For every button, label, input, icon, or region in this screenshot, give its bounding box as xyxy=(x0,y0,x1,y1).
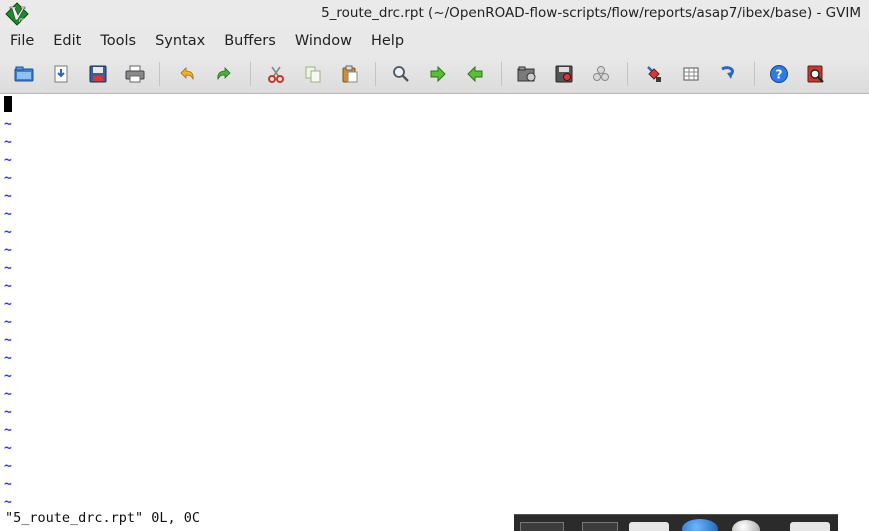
empty-line-marker: ~ xyxy=(4,117,12,132)
empty-line-marker: ~ xyxy=(4,243,12,258)
menu-file[interactable]: File xyxy=(0,28,43,54)
copy-icon[interactable] xyxy=(302,63,324,85)
empty-line-marker: ~ xyxy=(4,477,12,492)
taskbar-folder-icon[interactable] xyxy=(790,522,830,531)
save-session-icon[interactable] xyxy=(553,63,575,85)
empty-line-marker: ~ xyxy=(4,333,12,348)
empty-line-marker: ~ xyxy=(4,135,12,150)
toolbar-separator xyxy=(501,62,502,86)
taskbar-window-icon[interactable] xyxy=(582,522,618,531)
empty-line-marker: ~ xyxy=(4,423,12,438)
vim-logo-icon: m xyxy=(5,2,29,26)
empty-line-marker: ~ xyxy=(4,351,12,366)
svg-text:?: ? xyxy=(776,68,783,82)
find-previous-arrow-icon[interactable] xyxy=(464,63,486,85)
load-session-icon[interactable] xyxy=(516,63,538,85)
save-download-icon[interactable] xyxy=(50,63,72,85)
make-icon[interactable] xyxy=(643,63,665,85)
taskbar-terminal-icon[interactable] xyxy=(520,522,564,531)
empty-line-marker: ~ xyxy=(4,459,12,474)
menu-syntax[interactable]: Syntax xyxy=(145,28,214,54)
empty-line-marker: ~ xyxy=(4,315,12,330)
empty-line-marker: ~ xyxy=(4,171,12,186)
find-help-icon[interactable] xyxy=(805,63,827,85)
shell-table-icon[interactable] xyxy=(680,63,702,85)
taskbar-folder-icon[interactable] xyxy=(629,522,669,531)
empty-line-marker: ~ xyxy=(4,369,12,384)
empty-line-marker: ~ xyxy=(4,441,12,456)
gvim-window: m 5_route_drc.rpt (~/OpenROAD-flow-scrip… xyxy=(0,0,869,531)
find-next-arrow-icon[interactable] xyxy=(427,63,449,85)
toolbar-separator xyxy=(159,62,160,86)
paste-icon[interactable] xyxy=(339,63,361,85)
menu-window[interactable]: Window xyxy=(285,28,361,54)
empty-line-marker: ~ xyxy=(4,387,12,402)
empty-line-marker: ~ xyxy=(4,405,12,420)
empty-line-marker: ~ xyxy=(4,189,12,204)
undo-icon[interactable] xyxy=(176,63,198,85)
svg-text:m: m xyxy=(19,17,25,24)
empty-line-marker: ~ xyxy=(4,279,12,294)
taskbar-browser-icon[interactable] xyxy=(682,519,718,531)
open-folder-icon[interactable] xyxy=(13,63,35,85)
toolbar-separator xyxy=(375,62,376,86)
empty-line-marker: ~ xyxy=(4,297,12,312)
taskbar xyxy=(514,514,838,531)
redo-icon[interactable] xyxy=(213,63,235,85)
empty-line-marker: ~ xyxy=(4,225,12,240)
toolbar-separator xyxy=(754,62,755,86)
run-script-icon[interactable] xyxy=(590,63,612,85)
find-magnifier-icon[interactable] xyxy=(390,63,412,85)
cut-scissors-icon[interactable] xyxy=(265,63,287,85)
save-floppy-icon[interactable] xyxy=(87,63,109,85)
empty-line-marker: ~ xyxy=(4,495,12,510)
menu-buffers[interactable]: Buffers xyxy=(214,28,285,54)
menu-bar: File Edit Tools Syntax Buffers Window He… xyxy=(0,28,869,54)
menu-edit[interactable]: Edit xyxy=(43,28,90,54)
empty-line-marker: ~ xyxy=(4,207,12,222)
title-bar[interactable]: m 5_route_drc.rpt (~/OpenROAD-flow-scrip… xyxy=(0,0,869,28)
menu-help[interactable]: Help xyxy=(361,28,413,54)
toolbar-separator xyxy=(250,62,251,86)
taskbar-app-icon[interactable] xyxy=(732,520,760,531)
text-cursor xyxy=(4,96,12,112)
empty-line-marker: ~ xyxy=(4,153,12,168)
tags-jump-icon[interactable] xyxy=(717,63,739,85)
toolbar-separator xyxy=(627,62,628,86)
window-title: 5_route_drc.rpt (~/OpenROAD-flow-scripts… xyxy=(321,5,861,21)
editor-area[interactable]: ~ ~ ~ ~ ~ ~ ~ ~ ~ ~ ~ ~ ~ ~ ~ ~ ~ ~ ~ ~ … xyxy=(0,94,869,510)
empty-line-marker: ~ xyxy=(4,261,12,276)
message-line: "5_route_drc.rpt" 0L, 0C xyxy=(5,510,201,526)
help-icon[interactable]: ? xyxy=(768,63,790,85)
menu-tools[interactable]: Tools xyxy=(90,28,145,54)
toolbar: ? xyxy=(0,54,869,94)
print-icon[interactable] xyxy=(124,63,146,85)
